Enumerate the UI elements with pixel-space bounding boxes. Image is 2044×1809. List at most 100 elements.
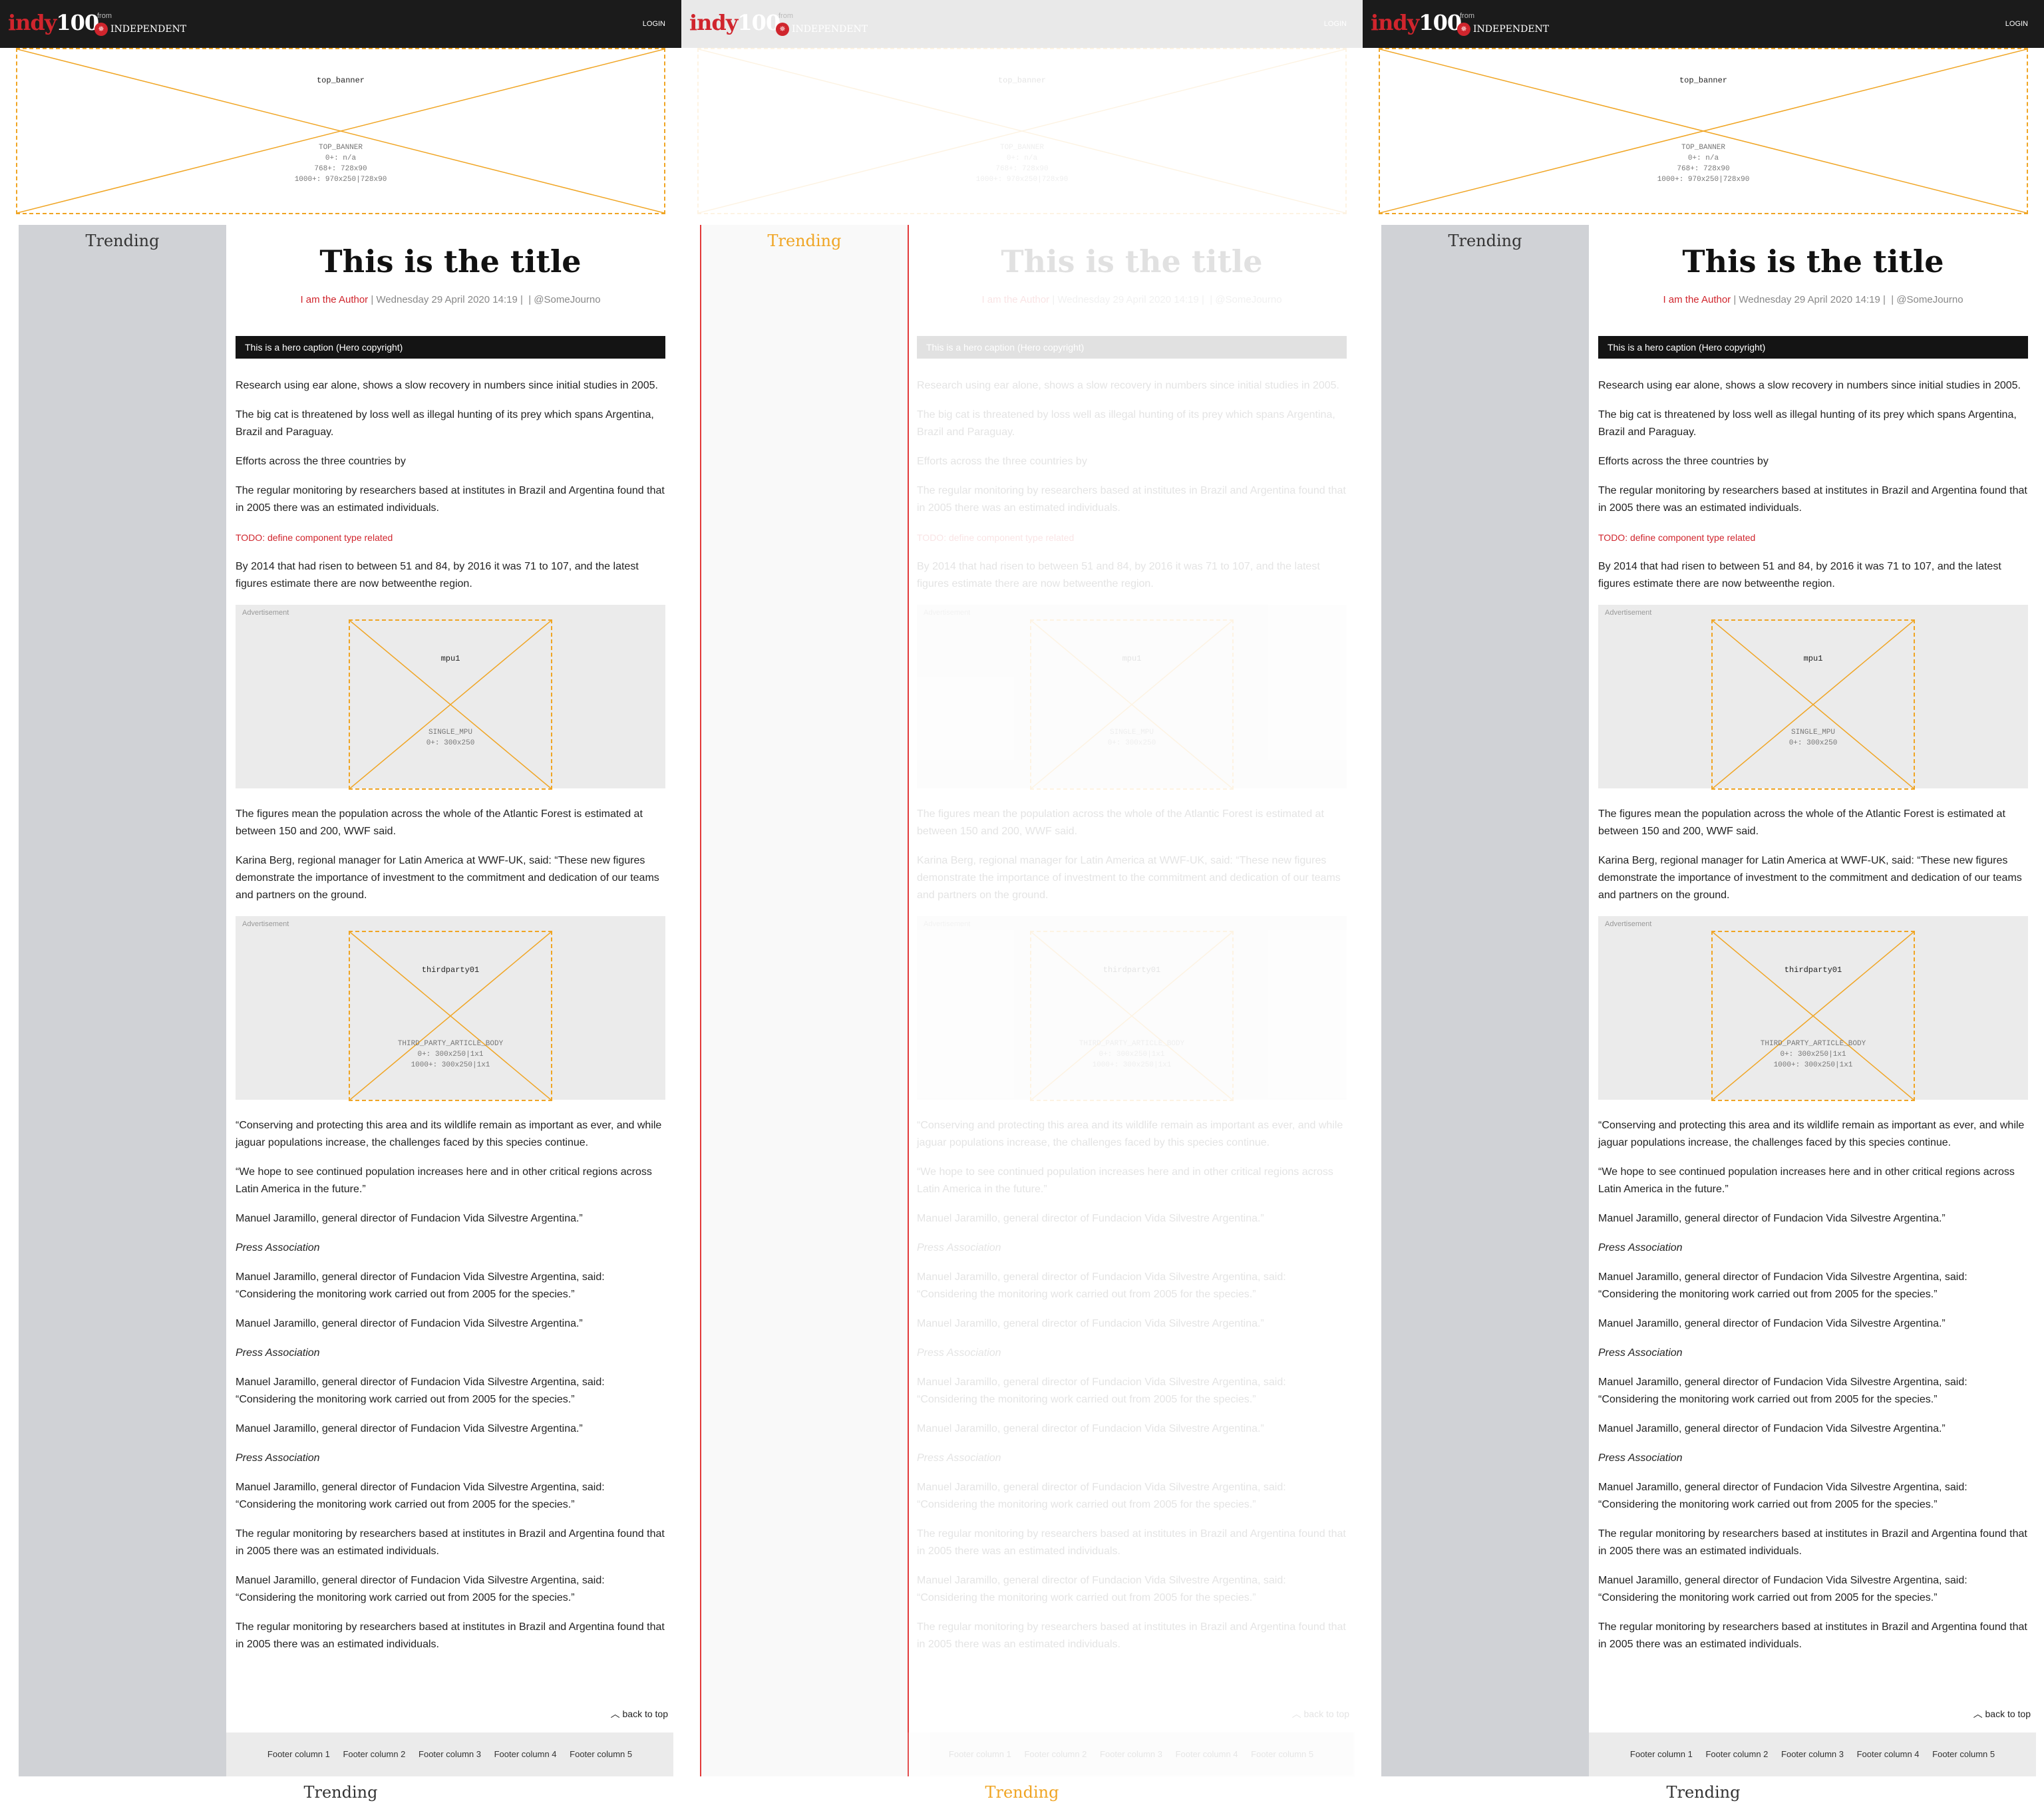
ad-slot-name: mpu1 xyxy=(1122,654,1142,663)
placeholder-cross-icon xyxy=(1713,932,1914,1100)
footer-column-link[interactable]: Footer column 2 xyxy=(1024,1749,1087,1759)
publish-date: Wednesday 29 April 2020 14:19 xyxy=(376,294,518,305)
author-link[interactable]: I am the Author xyxy=(981,294,1049,305)
ad-mpu1: Advertisement mpu1 SINGLE_MPU 0+: 300x25… xyxy=(1598,605,2028,790)
ad-slot-name: thirdparty01 xyxy=(1103,965,1161,975)
ad-thirdparty01: Advertisement thirdparty01 THIRD_PARTY_A… xyxy=(236,916,665,1101)
ad-mpu1: Advertisement mpu1 SINGLE_MPU 0+: 300x25… xyxy=(917,605,1347,790)
footer-column-link[interactable]: Footer column 1 xyxy=(267,1749,330,1759)
paragraph: The regular monitoring by researchers ba… xyxy=(1598,1621,2027,1650)
independent-logo[interactable]: INDEPENDENT xyxy=(792,23,868,36)
trending-sidebar: Trending xyxy=(700,225,909,1776)
footer-column-link[interactable]: Footer column 2 xyxy=(1705,1749,1768,1759)
from-label: from xyxy=(1460,12,1474,20)
independent-logo[interactable]: INDEPENDENT xyxy=(110,23,186,36)
paragraph: “We hope to see continued population inc… xyxy=(1598,1166,2015,1195)
footer-column-link[interactable]: Footer column 4 xyxy=(1857,1749,1920,1759)
footer-column-link[interactable]: Footer column 3 xyxy=(1781,1749,1844,1759)
footer-column-link[interactable]: Footer column 4 xyxy=(1176,1749,1238,1759)
independent-logo[interactable]: INDEPENDENT xyxy=(1473,23,1549,36)
trending-heading: Trending xyxy=(767,232,842,250)
login-link[interactable]: LOGIN xyxy=(1324,20,1347,28)
top-banner-slot: top_banner TOP_BANNER 0+: n/a 768+: 728x… xyxy=(16,48,665,214)
chevron-up-icon: ︿ xyxy=(1973,1709,1983,1719)
footer-column-link[interactable]: Footer column 5 xyxy=(1932,1749,1995,1759)
paragraph: The regular monitoring by researchers ba… xyxy=(1598,1528,2027,1557)
paragraph: Manuel Jaramillo, general director of Fu… xyxy=(1598,1213,1946,1224)
chevron-up-icon: ︿ xyxy=(1291,1709,1301,1719)
footer-column-link[interactable]: Footer column 3 xyxy=(1100,1749,1162,1759)
ad-thirdparty01: Advertisement thirdparty01 THIRD_PARTY_A… xyxy=(917,916,1347,1101)
paragraph: Manuel Jaramillo, general director of Fu… xyxy=(917,1575,1286,1603)
advertisement-label: Advertisement xyxy=(1605,920,1652,928)
press-association-credit: Press Association xyxy=(917,1452,1001,1464)
paragraph: The regular monitoring by researchers ba… xyxy=(236,485,665,514)
placeholder-cross-icon xyxy=(1031,932,1232,1100)
top-banner-slot: top_banner TOP_BANNER 0+: n/a 768+: 728x… xyxy=(697,48,1347,214)
ad-slot-box: thirdparty01 THIRD_PARTY_ARTICLE_BODY 0+… xyxy=(1711,931,1915,1101)
author-link[interactable]: I am the Author xyxy=(1663,294,1731,305)
press-association-credit: Press Association xyxy=(236,1347,320,1359)
paragraph: “Conserving and protecting this area and… xyxy=(917,1120,1343,1148)
ad-slot-name: top_banner xyxy=(316,76,365,85)
paragraph: “We hope to see continued population inc… xyxy=(917,1166,1333,1195)
ad-mpu1: Advertisement mpu1 SINGLE_MPU 0+: 300x25… xyxy=(236,605,665,790)
footer-column-link[interactable]: Footer column 5 xyxy=(1251,1749,1313,1759)
footer-column-link[interactable]: Footer column 1 xyxy=(949,1749,1011,1759)
ad-slot-sizes: THIRD_PARTY_ARTICLE_BODY 0+: 300x250|1x1… xyxy=(397,1040,504,1069)
paragraph: Manuel Jaramillo, general director of Fu… xyxy=(236,1423,583,1434)
ad-slot-sizes: TOP_BANNER 0+: n/a 768+: 728x90 1000+: 9… xyxy=(1657,144,1750,184)
indy100-logo[interactable]: indy100 xyxy=(1371,9,1462,36)
trending-sidebar: Trending xyxy=(19,225,226,1776)
ad-slot-name: top_banner xyxy=(1679,76,1727,85)
paragraph: The regular monitoring by researchers ba… xyxy=(236,1528,665,1557)
login-link[interactable]: LOGIN xyxy=(2005,20,2028,28)
article-title: This is the title xyxy=(1682,244,1944,279)
article-meta: I am the Author | Wednesday 29 April 202… xyxy=(300,294,601,305)
site-header: indy100 from ✵ INDEPENDENT LOGIN xyxy=(1363,0,2044,48)
page-view-faded: indy100 from ✵ INDEPENDENT LOGIN top_ban… xyxy=(681,0,1363,1809)
ad-slot-sizes: TOP_BANNER 0+: n/a 768+: 728x90 1000+: 9… xyxy=(975,144,1069,184)
paragraph: Efforts across the three countries by xyxy=(917,456,1087,467)
footer-column-link[interactable]: Footer column 5 xyxy=(570,1749,632,1759)
footer-column-link[interactable]: Footer column 2 xyxy=(343,1749,405,1759)
placeholder-cross-icon xyxy=(699,49,1345,213)
paragraph: Manuel Jaramillo, general director of Fu… xyxy=(917,1318,1264,1329)
footer-column-link[interactable]: Footer column 1 xyxy=(1630,1749,1693,1759)
site-footer: Footer column 1 Footer column 2 Footer c… xyxy=(908,1732,1355,1776)
advertisement-label: Advertisement xyxy=(924,609,971,617)
article-meta: I am the Author | Wednesday 29 April 202… xyxy=(981,294,1282,305)
twitter-handle[interactable]: @SomeJourno xyxy=(534,294,600,305)
bottom-trending-heading: Trending xyxy=(985,1783,1059,1802)
ad-slot-name: thirdparty01 xyxy=(421,965,480,975)
paragraph: By 2014 that had risen to between 51 and… xyxy=(917,561,1320,589)
todo-note: TODO: define component type related xyxy=(1598,532,1756,543)
ad-slot-sizes: SINGLE_MPU 0+: 300x250 xyxy=(1107,729,1156,747)
footer-column-link[interactable]: Footer column 4 xyxy=(494,1749,557,1759)
author-link[interactable]: I am the Author xyxy=(300,294,368,305)
ad-slot-name: top_banner xyxy=(997,76,1046,85)
back-to-top-link[interactable]: ︿ back to top xyxy=(1973,1707,2031,1721)
back-to-top-link[interactable]: ︿ back to top xyxy=(611,1707,668,1721)
paragraph: Manuel Jaramillo, general director of Fu… xyxy=(236,1271,605,1300)
twitter-handle[interactable]: @SomeJourno xyxy=(1215,294,1281,305)
paragraph: Efforts across the three countries by xyxy=(1598,456,1769,467)
paragraph: Karina Berg, regional manager for Latin … xyxy=(1598,855,2022,901)
twitter-handle[interactable]: @SomeJourno xyxy=(1896,294,1963,305)
from-label: from xyxy=(778,12,793,20)
hero-caption: This is a hero caption (Hero copyright) xyxy=(917,336,1347,359)
footer-column-link[interactable]: Footer column 3 xyxy=(419,1749,481,1759)
publish-date: Wednesday 29 April 2020 14:19 xyxy=(1739,294,1880,305)
ad-slot-box: mpu1 SINGLE_MPU 0+: 300x250 xyxy=(349,619,552,790)
ad-slot-sizes: THIRD_PARTY_ARTICLE_BODY 0+: 300x250|1x1… xyxy=(1760,1040,1866,1069)
ad-slot-sizes: TOP_BANNER 0+: n/a 768+: 728x90 1000+: 9… xyxy=(294,144,387,184)
back-to-top-link[interactable]: ︿ back to top xyxy=(1292,1707,1349,1721)
paragraph: “We hope to see continued population inc… xyxy=(236,1166,652,1195)
paragraph: By 2014 that had risen to between 51 and… xyxy=(1598,561,2001,589)
indy100-logo[interactable]: indy100 xyxy=(689,9,780,36)
login-link[interactable]: LOGIN xyxy=(643,20,665,28)
indy100-logo[interactable]: indy100 xyxy=(8,9,99,36)
paragraph: Karina Berg, regional manager for Latin … xyxy=(236,855,659,901)
paragraph: Manuel Jaramillo, general director of Fu… xyxy=(917,1423,1264,1434)
ad-slot-sizes: SINGLE_MPU 0+: 300x250 xyxy=(426,729,475,747)
